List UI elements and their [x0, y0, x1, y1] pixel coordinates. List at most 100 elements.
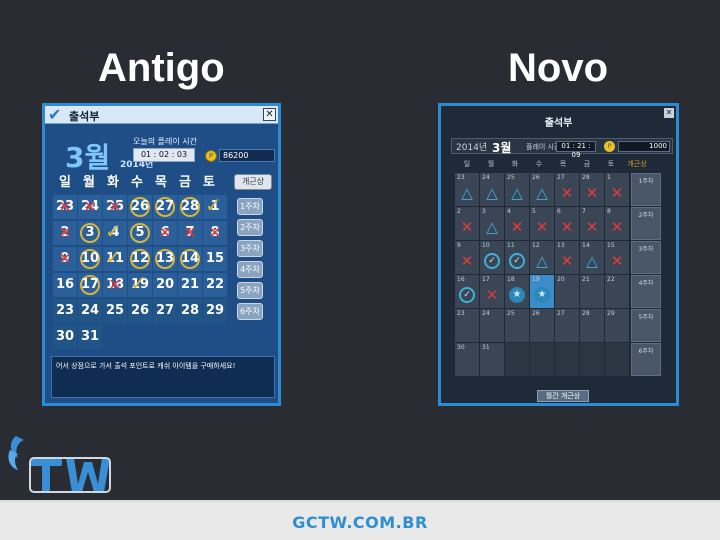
old-day-cell: 12	[128, 247, 152, 271]
new-week-reward-slot[interactable]: 1주차	[631, 173, 661, 206]
weekday-sat: 토	[203, 175, 215, 190]
old-day-cell: 13	[153, 247, 177, 271]
new-day-number: 27	[557, 310, 565, 317]
new-day-cell: 10 ✓	[480, 241, 504, 274]
check-icon: ✔	[48, 105, 62, 124]
old-week-reward-button[interactable]: 4주차	[237, 261, 263, 278]
new-day-number: 3	[482, 208, 486, 215]
old-day-number: 10	[80, 251, 100, 266]
monthly-reward-button[interactable]: 월간 개근상	[537, 390, 589, 402]
new-day-cell: 25 △	[505, 173, 529, 206]
old-day-cell: 28	[178, 195, 202, 219]
new-day-number: 30	[457, 344, 465, 351]
new-day-cell: 7 ✕	[580, 207, 604, 240]
old-day-cell: 18	[103, 273, 127, 297]
old-day-number: 28	[180, 303, 200, 318]
old-day-number: 9	[60, 251, 70, 266]
old-week-reward-button[interactable]: 6주차	[237, 303, 263, 320]
old-day-cell: 7	[178, 221, 202, 245]
missed-icon: ✕	[485, 286, 499, 304]
old-day-number: 31	[80, 329, 100, 344]
new-day-number: 23	[457, 174, 465, 181]
new-day-number: 10	[482, 242, 490, 249]
new-day-cell: 20	[555, 275, 579, 308]
new-day-number: 12	[532, 242, 540, 249]
missed-icon: ✕	[560, 252, 574, 270]
old-weekday-header: 일 월 화 수 목 금 토	[53, 172, 273, 194]
new-week-reward-slot[interactable]: 4주차	[631, 275, 661, 308]
weekday-thu: 목	[559, 160, 567, 168]
missed-icon: ✕	[535, 218, 549, 236]
new-day-number: 9	[457, 242, 461, 249]
new-day-cell: 9 ✕	[455, 241, 479, 274]
new-calendar-grid: 일 월 화 수 목 금 토 개근상 23 △ 24 △ 25 △ 26 △ 27 ✕ 28 ✕ 1 ✕ 1주…	[455, 156, 675, 376]
old-day-cell	[178, 325, 202, 349]
old-day-number: 5	[135, 225, 145, 240]
new-week-row: 16 ✓ 17 ✕ 18 ★ 19 ★ 20 21 22 4주차	[455, 275, 675, 308]
partial-icon: △	[536, 252, 548, 270]
new-day-number: 11	[507, 242, 515, 249]
missed-icon: ✕	[560, 218, 574, 236]
new-day-cell: 15 ✕	[605, 241, 629, 274]
new-day-number: 28	[582, 310, 590, 317]
old-week-reward-button[interactable]: 3주차	[237, 240, 263, 257]
weekday-mon: 월	[487, 160, 495, 168]
new-day-cell: 29	[605, 309, 629, 342]
old-day-number: 24	[80, 303, 100, 318]
old-title: 출석부	[69, 110, 100, 123]
new-day-cell: 23	[455, 309, 479, 342]
old-day-number: 17	[80, 277, 100, 292]
old-day-cell: 8	[203, 221, 227, 245]
new-day-number: 31	[482, 344, 490, 351]
old-day-number: 11	[105, 251, 125, 266]
new-day-cell: 5 ✕	[530, 207, 554, 240]
old-day-cell	[128, 325, 152, 349]
old-day-cell: 24	[78, 299, 102, 323]
old-day-number: 23	[55, 199, 75, 214]
new-day-cell: 2 ✕	[455, 207, 479, 240]
old-week-reward-button[interactable]: 2주차	[237, 219, 263, 236]
new-day-number: 26	[532, 310, 540, 317]
new-day-number: 22	[607, 276, 615, 283]
old-day-cell: 6	[153, 221, 177, 245]
partial-icon: △	[511, 184, 523, 202]
old-day-cell: 17	[78, 273, 102, 297]
footer-site-link[interactable]: GCTW.COM.BR	[0, 513, 720, 532]
new-day-cell: 31	[480, 343, 504, 376]
new-day-cell: 23 △	[455, 173, 479, 206]
new-day-cell	[605, 343, 629, 376]
new-day-cell: 8 ✕	[605, 207, 629, 240]
old-day-number: 26	[130, 199, 150, 214]
old-day-cell	[103, 325, 127, 349]
missed-icon: ✕	[610, 218, 624, 236]
old-day-cell: 10	[78, 247, 102, 271]
new-week-reward-slot[interactable]: 2주차	[631, 207, 661, 240]
new-day-cell: 26	[530, 309, 554, 342]
old-day-number: 30	[55, 329, 75, 344]
new-week-reward-slot[interactable]: 5주차	[631, 309, 661, 342]
new-day-cell: 18 ★	[505, 275, 529, 308]
new-week-reward-slot[interactable]: 3주차	[631, 241, 661, 274]
new-day-number: 7	[582, 208, 586, 215]
new-week-reward-slot[interactable]: 6주차	[631, 343, 661, 376]
new-day-cell: 28	[580, 309, 604, 342]
old-attendance-window: ✔ 출석부 ✕ 3월 2014년 오늘의 플레이 시간 01 : 02 : 03…	[42, 103, 281, 406]
old-week-reward-button[interactable]: 5주차	[237, 282, 263, 299]
attended-icon: ✓	[459, 287, 475, 303]
old-day-cell: 27	[153, 299, 177, 323]
new-week-row: 2 ✕ 3 △ 4 ✕ 5 ✕ 6 ✕ 7 ✕ 8 ✕ 2주차	[455, 207, 675, 240]
old-day-number: 8	[210, 225, 220, 240]
new-day-cell: 26 △	[530, 173, 554, 206]
new-day-cell: 3 △	[480, 207, 504, 240]
old-day-cell: 31	[78, 325, 102, 349]
new-day-cell	[580, 343, 604, 376]
new-day-cell: 19 ★	[530, 275, 554, 308]
old-day-number: 14	[180, 251, 200, 266]
old-week-reward-button[interactable]: 1주차	[237, 198, 263, 215]
new-day-number: 25	[507, 310, 515, 317]
old-day-cell: 23	[53, 299, 77, 323]
close-icon[interactable]: ✕	[263, 108, 276, 121]
new-day-number: 8	[607, 208, 611, 215]
heading-old: Antigo	[98, 46, 225, 90]
old-day-cell: 15	[203, 247, 227, 271]
